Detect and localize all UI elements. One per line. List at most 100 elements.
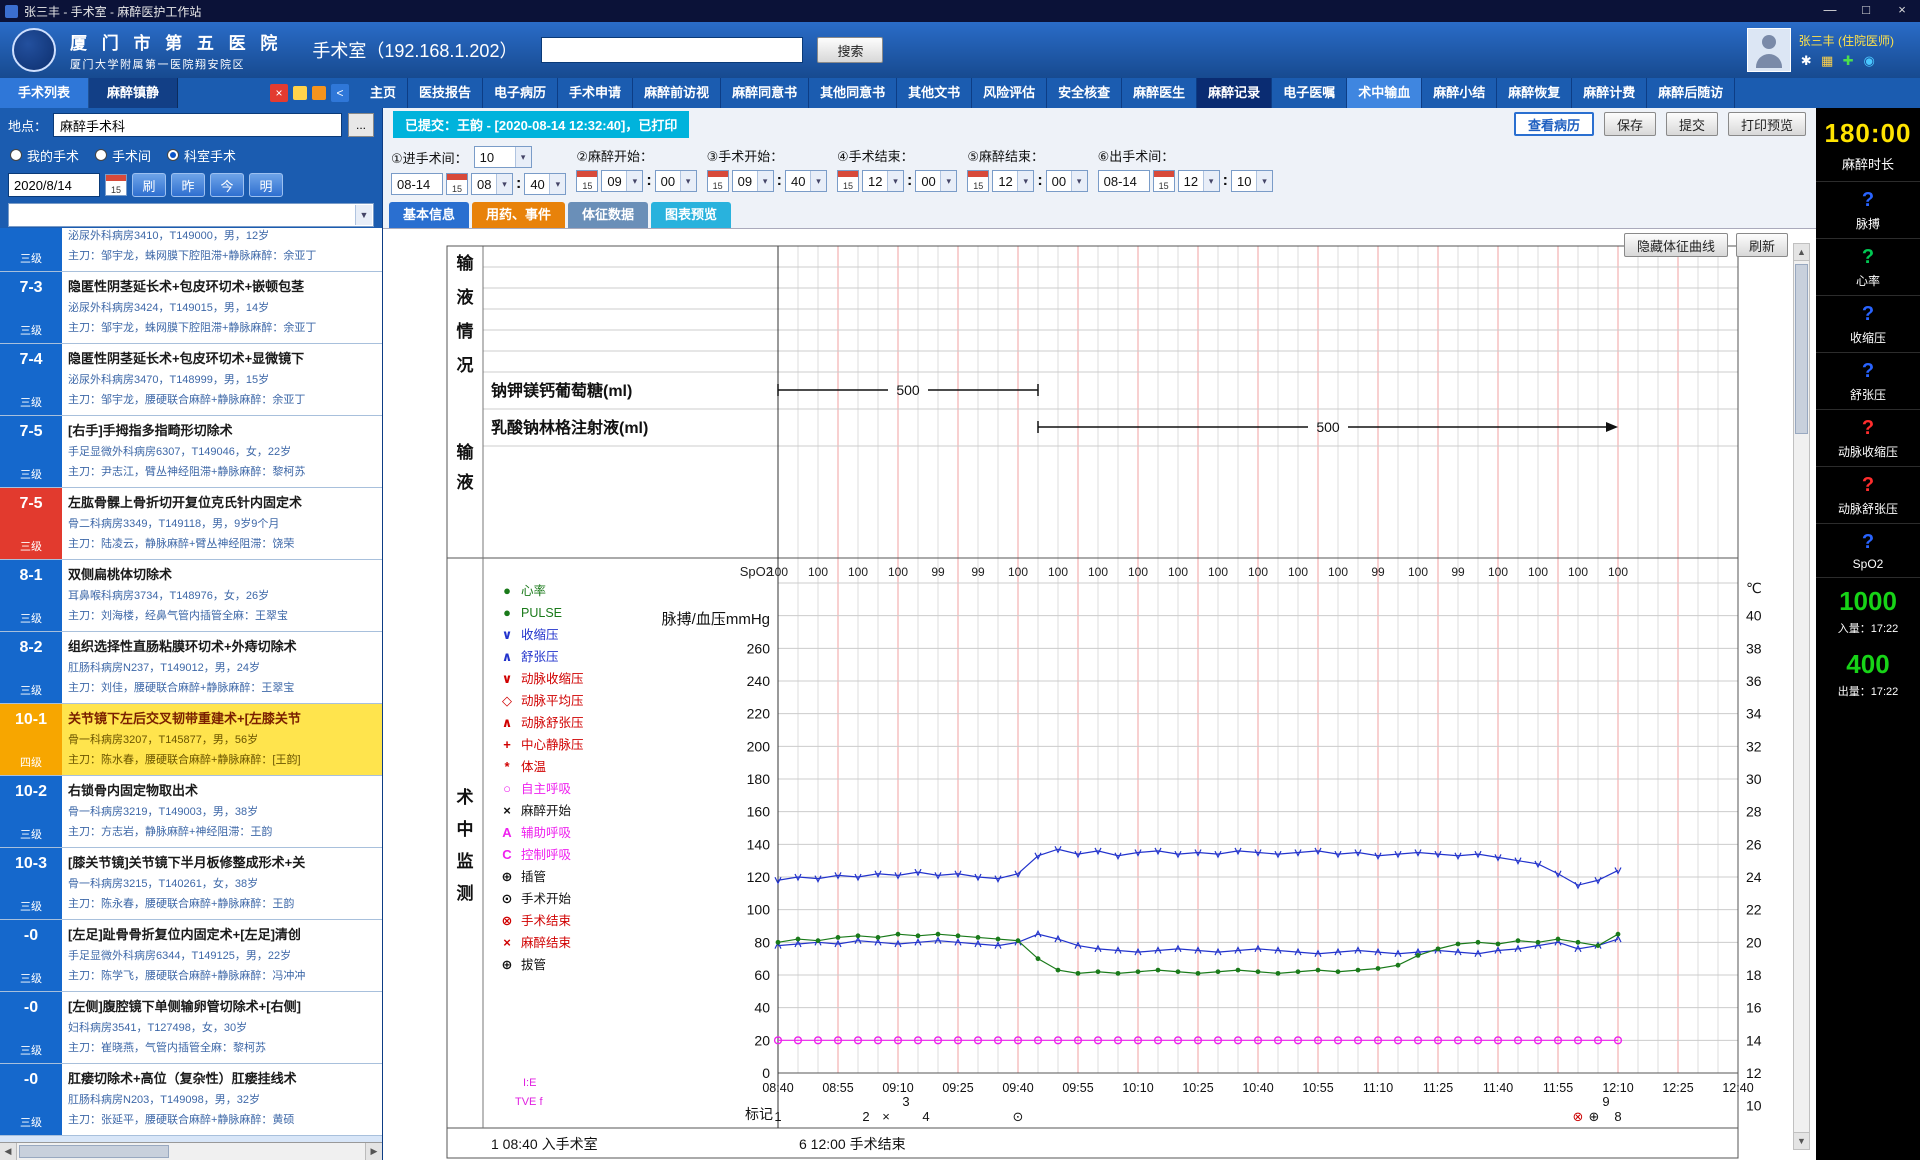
list-item[interactable]: 7-4三级隐匿性阴茎延长术+包皮环切术+显微镜下泌尿外科病房3470，T1489… — [0, 344, 382, 416]
search-input[interactable] — [541, 37, 803, 63]
maximize-button[interactable]: □ — [1848, 0, 1884, 22]
submit-button[interactable]: 提交 — [1666, 112, 1718, 136]
minute-select[interactable]: 00▾ — [915, 170, 957, 192]
date-box[interactable]: 08-14 — [1098, 170, 1150, 192]
list-item[interactable]: 7-5三级左肱骨髁上骨折切开复位克氏针内固定术骨二科病房3349，T149118… — [0, 488, 382, 560]
list-item[interactable]: 7-3三级隐匿性阴茎延长术+包皮环切术+嵌顿包茎泌尿外科病房3424，T1490… — [0, 272, 382, 344]
notes-icon[interactable]: ✚ — [1841, 53, 1856, 68]
scrollbar-thumb[interactable] — [1795, 264, 1808, 434]
hour-select[interactable]: 09▾ — [601, 170, 643, 192]
location-more-button[interactable]: ... — [348, 113, 374, 137]
settings-icon[interactable]: ✱ — [1799, 53, 1814, 68]
tab-其他同意书[interactable]: 其他同意书 — [809, 78, 897, 108]
calendar-button[interactable]: 15 — [105, 174, 127, 196]
tab-麻醉后随访[interactable]: 麻醉后随访 — [1647, 78, 1735, 108]
close-panel-button[interactable]: × — [270, 84, 288, 102]
subtab-用药、事件[interactable]: 用药、事件 — [472, 202, 565, 228]
calendar-button[interactable]: 15 — [707, 170, 729, 192]
calendar-button[interactable]: 15 — [967, 170, 989, 192]
hour-select[interactable]: 12▾ — [1178, 170, 1220, 192]
search-button[interactable]: 搜索 — [817, 37, 883, 63]
list-item[interactable]: 10-3三级[膝关节镜]关节镜下半月板修整成形术+关骨一科病房3215，T140… — [0, 848, 382, 920]
tab-手术申请[interactable]: 手术申请 — [558, 78, 633, 108]
avatar[interactable] — [1747, 28, 1791, 72]
date-button-刷[interactable]: 刷 — [132, 173, 166, 197]
calendar-icon[interactable]: ▦ — [1820, 53, 1835, 68]
scroll-down-icon[interactable]: ▼ — [1794, 1132, 1809, 1149]
minute-select[interactable]: 10▾ — [1231, 170, 1273, 192]
list-item[interactable]: 10-1四级关节镜下左后交叉韧带重建术+[左膝关节骨一科病房3207，T1458… — [0, 704, 382, 776]
tabs-scroll-left-button[interactable]: < — [331, 84, 349, 102]
subtab-基本信息[interactable]: 基本信息 — [389, 202, 469, 228]
room-select[interactable]: 10▾ — [474, 146, 532, 168]
view-record-button[interactable]: 查看病历 — [1514, 112, 1594, 136]
svg-text:3: 3 — [902, 1094, 909, 1109]
hour-select[interactable]: 12▾ — [992, 170, 1034, 192]
list-item[interactable]: 8-2三级组织选择性直肠粘膜环切术+外痔切除术肛肠科病房N237，T149012… — [0, 632, 382, 704]
tab-麻醉医生[interactable]: 麻醉医生 — [1122, 78, 1197, 108]
list-item[interactable]: 7-2三级包皮环切术泌尿外科病房3410，T149000，男，12岁主刀：邹宇龙… — [0, 228, 382, 272]
list-item[interactable]: 8-1三级双侧扁桃体切除术耳鼻喉科病房3734，T148976，女，26岁主刀：… — [0, 560, 382, 632]
tab-麻醉恢复[interactable]: 麻醉恢复 — [1497, 78, 1572, 108]
calendar-button[interactable]: 15 — [576, 170, 598, 192]
scrollbar-thumb[interactable] — [19, 1145, 169, 1158]
tab-主页[interactable]: 主页 — [359, 78, 408, 108]
tab-风险评估[interactable]: 风险评估 — [972, 78, 1047, 108]
minute-select[interactable]: 40▾ — [524, 173, 566, 195]
tab-医技报告[interactable]: 医技报告 — [408, 78, 483, 108]
flag-orange-icon[interactable] — [312, 86, 326, 100]
scroll-up-icon[interactable]: ▲ — [1794, 244, 1809, 261]
minute-select[interactable]: 00▾ — [655, 170, 697, 192]
date-button-明[interactable]: 明 — [249, 173, 283, 197]
list-item[interactable]: -0三级肛瘘切除术+高位（复杂性）肛瘘挂线术肛肠科病房N203，T149098，… — [0, 1064, 382, 1136]
tab-麻醉小结[interactable]: 麻醉小结 — [1422, 78, 1497, 108]
minimize-button[interactable]: — — [1812, 0, 1848, 22]
date-button-昨[interactable]: 昨 — [171, 173, 205, 197]
tab-麻醉同意书[interactable]: 麻醉同意书 — [721, 78, 809, 108]
subtab-体征数据[interactable]: 体征数据 — [568, 202, 648, 228]
vertical-scrollbar[interactable]: ▲ ▼ — [1793, 243, 1810, 1150]
hide-curve-button[interactable]: 隐藏体征曲线 — [1624, 233, 1728, 257]
refresh-button[interactable]: 刷新 — [1736, 233, 1788, 257]
list-item[interactable]: -0三级[左足]趾骨骨折复位内固定术+[左足]清创手足显微外科病房6344，T1… — [0, 920, 382, 992]
save-button[interactable]: 保存 — [1604, 112, 1656, 136]
sidebar-tab-麻醉镇静[interactable]: 麻醉镇静 — [89, 78, 178, 108]
tab-麻醉计费[interactable]: 麻醉计费 — [1572, 78, 1647, 108]
tab-安全核查[interactable]: 安全核查 — [1047, 78, 1122, 108]
flag-yellow-icon[interactable] — [293, 86, 307, 100]
scroll-left-icon[interactable]: ◀ — [0, 1143, 17, 1160]
list-item[interactable]: 7-5三级[右手]手拇指多指畸形切除术手足显微外科病房6307，T149046，… — [0, 416, 382, 488]
close-button[interactable]: × — [1884, 0, 1920, 22]
tab-麻醉前访视[interactable]: 麻醉前访视 — [633, 78, 721, 108]
radio-手术间[interactable]: 手术间 — [95, 146, 151, 165]
tab-电子病历[interactable]: 电子病历 — [483, 78, 558, 108]
minute-select[interactable]: 00▾ — [1046, 170, 1088, 192]
horizontal-scrollbar[interactable]: ◀ ▶ — [0, 1142, 382, 1160]
tab-其他文书[interactable]: 其他文书 — [897, 78, 972, 108]
sidebar-tab-手术列表[interactable]: 手术列表 — [0, 78, 89, 108]
date-button-今[interactable]: 今 — [210, 173, 244, 197]
tab-电子医嘱[interactable]: 电子医嘱 — [1272, 78, 1347, 108]
list-item[interactable]: 10-2三级右锁骨内固定物取出术骨一科病房3219，T149003，男，38岁主… — [0, 776, 382, 848]
calendar-button[interactable]: 15 — [1153, 170, 1175, 192]
minute-select[interactable]: 40▾ — [785, 170, 827, 192]
radio-科室手术[interactable]: 科室手术 — [167, 146, 236, 165]
hour-select[interactable]: 09▾ — [732, 170, 774, 192]
filter-select[interactable]: ▼ — [8, 203, 374, 227]
date-input[interactable] — [8, 173, 100, 197]
date-box[interactable]: 08-14 — [391, 173, 443, 195]
print-preview-button[interactable]: 打印预览 — [1728, 112, 1806, 136]
tab-术中输血[interactable]: 术中输血 — [1347, 78, 1422, 108]
hour-select[interactable]: 08▾ — [471, 173, 513, 195]
radio-我的手术[interactable]: 我的手术 — [10, 146, 79, 165]
location-input[interactable] — [53, 113, 342, 137]
hour-select[interactable]: 12▾ — [862, 170, 904, 192]
subtab-图表预览[interactable]: 图表预览 — [651, 202, 731, 228]
calendar-button[interactable]: 15 — [837, 170, 859, 192]
monitor-icon[interactable]: ◉ — [1862, 53, 1877, 68]
tab-麻醉记录[interactable]: 麻醉记录 — [1197, 78, 1272, 108]
hospital-logo-icon — [12, 28, 56, 72]
calendar-button[interactable]: 15 — [446, 173, 468, 195]
scroll-right-icon[interactable]: ▶ — [365, 1143, 382, 1160]
list-item[interactable]: -0三级[左侧]腹腔镜下单侧输卵管切除术+[右侧]妇科病房3541，T12749… — [0, 992, 382, 1064]
